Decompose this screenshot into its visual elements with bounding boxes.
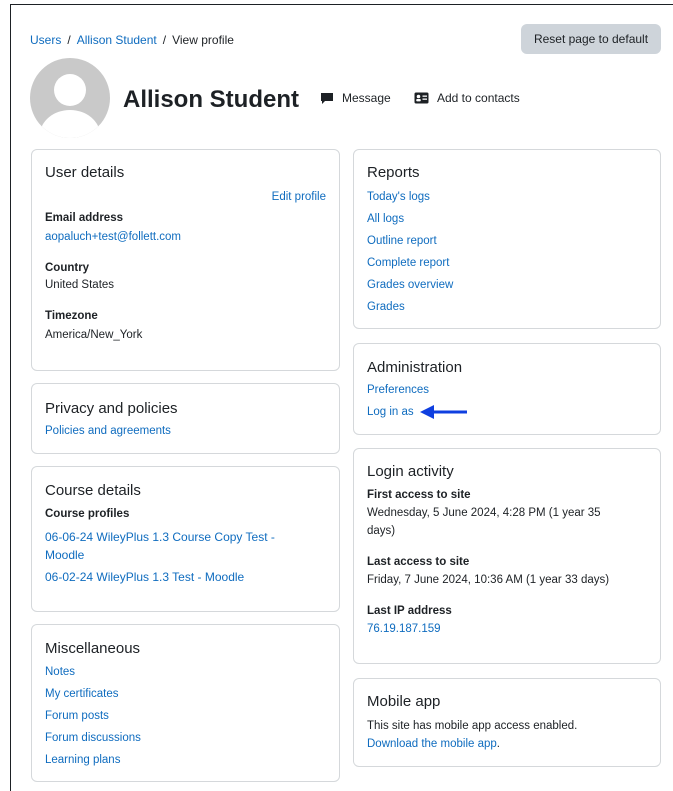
user-details-card: User details Edit profile Email address … (31, 149, 340, 371)
message-icon (321, 92, 333, 104)
admin-preferences-link[interactable]: Preferences (367, 384, 429, 396)
admin-log-in-as-link[interactable]: Log in as (367, 406, 414, 418)
breadcrumb-current: View profile (172, 33, 234, 47)
course-link-2[interactable]: 06-02-24 WileyPlus 1.3 Test - Moodle (45, 570, 244, 584)
user-details-title: User details (45, 164, 125, 181)
breadcrumb-users[interactable]: Users (30, 33, 61, 47)
email-link[interactable]: aopaluch+test@follett.com (45, 231, 181, 243)
address-card-icon (414, 92, 429, 104)
report-complete-link[interactable]: Complete report (367, 257, 449, 269)
mobile-app-card: Mobile app This site has mobile app acce… (353, 678, 661, 767)
misc-forum-posts-link[interactable]: Forum posts (45, 710, 109, 722)
country-label: Country (45, 262, 90, 274)
course-link-1[interactable]: 06-06-24 WileyPlus 1.3 Course Copy Test … (45, 530, 275, 544)
policies-link[interactable]: Policies and agreements (45, 425, 171, 437)
report-todays-logs-link[interactable]: Today's logs (367, 191, 430, 203)
administration-card: Administration Preferences Log in as (353, 343, 661, 435)
avatar-head-shape (54, 74, 86, 106)
login-activity-title: Login activity (367, 463, 454, 480)
mobile-app-title: Mobile app (367, 693, 441, 710)
breadcrumb-allison-student[interactable]: Allison Student (77, 33, 157, 47)
miscellaneous-title: Miscellaneous (45, 640, 141, 657)
course-profiles-label: Course profiles (45, 508, 130, 520)
report-outline-link[interactable]: Outline report (367, 235, 437, 247)
course-details-card: Course details Course profiles 06-06-24 … (31, 466, 340, 612)
message-label: Message (342, 91, 391, 105)
edit-profile-link[interactable]: Edit profile (272, 191, 326, 203)
report-grades-overview-link[interactable]: Grades overview (367, 279, 453, 291)
course-link-1-cont[interactable]: Moodle (45, 548, 84, 562)
reports-card: Reports Today's logs All logs Outline re… (353, 149, 661, 329)
misc-forum-discussions-link[interactable]: Forum discussions (45, 732, 141, 744)
mobile-app-download-line: Download the mobile app. (367, 738, 500, 750)
privacy-card: Privacy and policies Policies and agreem… (31, 383, 340, 454)
timezone-value: America/New_York (45, 329, 143, 341)
miscellaneous-card: Miscellaneous Notes My certificates Foru… (31, 624, 340, 782)
first-access-label: First access to site (367, 489, 471, 501)
reports-title: Reports (367, 164, 420, 181)
add-to-contacts-label: Add to contacts (437, 91, 520, 105)
breadcrumb: Users / Allison Student / View profile (30, 33, 234, 47)
last-access-label: Last access to site (367, 556, 470, 568)
add-to-contacts-button[interactable]: Add to contacts (414, 91, 520, 105)
message-button[interactable]: Message (320, 91, 391, 105)
breadcrumb-separator: / (67, 33, 71, 47)
administration-title: Administration (367, 359, 463, 376)
misc-learning-plans-link[interactable]: Learning plans (45, 754, 120, 766)
reset-page-button[interactable]: Reset page to default (521, 24, 661, 54)
last-access-value: Friday, 7 June 2024, 10:36 AM (1 year 33… (367, 574, 610, 586)
misc-certificates-link[interactable]: My certificates (45, 688, 119, 700)
avatar (30, 58, 110, 138)
last-ip-label: Last IP address (367, 605, 452, 617)
course-details-title: Course details (45, 482, 141, 499)
report-all-logs-link[interactable]: All logs (367, 213, 404, 225)
timezone-label: Timezone (45, 310, 98, 322)
first-access-value-cont: days) (367, 525, 396, 537)
first-access-value: Wednesday, 5 June 2024, 4:28 PM (1 year … (367, 507, 601, 519)
misc-notes-link[interactable]: Notes (45, 666, 75, 678)
mobile-app-text: This site has mobile app access enabled. (367, 720, 578, 732)
login-activity-card: Login activity First access to site Wedn… (353, 448, 661, 664)
breadcrumb-separator: / (162, 33, 167, 47)
arrow-left-icon (420, 405, 467, 419)
email-label: Email address (45, 212, 123, 224)
page-title: Allison Student (123, 86, 299, 113)
download-mobile-app-link[interactable]: Download the mobile app (367, 738, 497, 750)
avatar-body-shape (40, 110, 100, 138)
last-ip-link[interactable]: 76.19.187.159 (367, 623, 441, 635)
privacy-title: Privacy and policies (45, 400, 178, 417)
report-grades-link[interactable]: Grades (367, 301, 405, 313)
country-value: United States (45, 279, 115, 291)
download-link-suffix: . (496, 738, 500, 750)
